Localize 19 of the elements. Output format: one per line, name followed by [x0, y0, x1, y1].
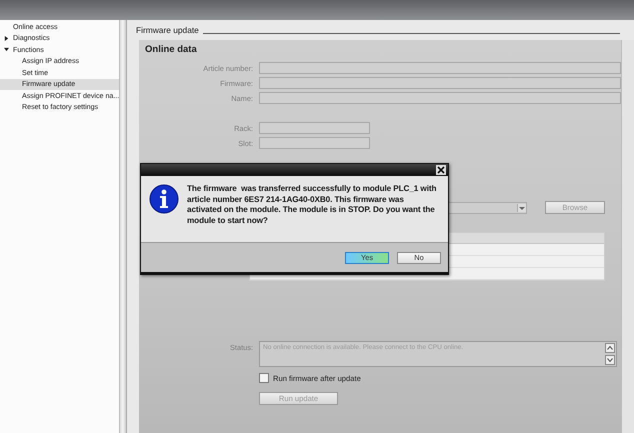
input-field[interactable] — [259, 137, 370, 149]
scroll-up-icon[interactable] — [605, 343, 615, 353]
splitter[interactable] — [120, 20, 127, 433]
dialog-message: The firmware was transferred successfully to module PLC_1 with article number 6ES7 214-1AG40-0XB0. This firmware was activated on the module. The module is in STOP. Do you want the module to start now? — [187, 184, 438, 226]
group-title: Online data — [144, 44, 198, 57]
input-field[interactable] — [259, 122, 370, 134]
input-field[interactable] — [259, 77, 621, 89]
info-icon — [149, 184, 179, 214]
expander-icon[interactable] — [4, 47, 9, 52]
input-field[interactable] — [259, 92, 621, 104]
scrollbar[interactable] — [621, 40, 634, 433]
expander-icon[interactable] — [4, 36, 9, 41]
dropdown-arrow-icon — [517, 204, 526, 212]
dropdown[interactable] — [447, 202, 527, 214]
scroll-down-icon[interactable] — [605, 355, 615, 365]
close-icon[interactable] — [436, 165, 446, 175]
input-field[interactable] — [259, 62, 621, 74]
section-title: Firmware update — [136, 25, 199, 35]
checkbox[interactable] — [259, 373, 269, 383]
